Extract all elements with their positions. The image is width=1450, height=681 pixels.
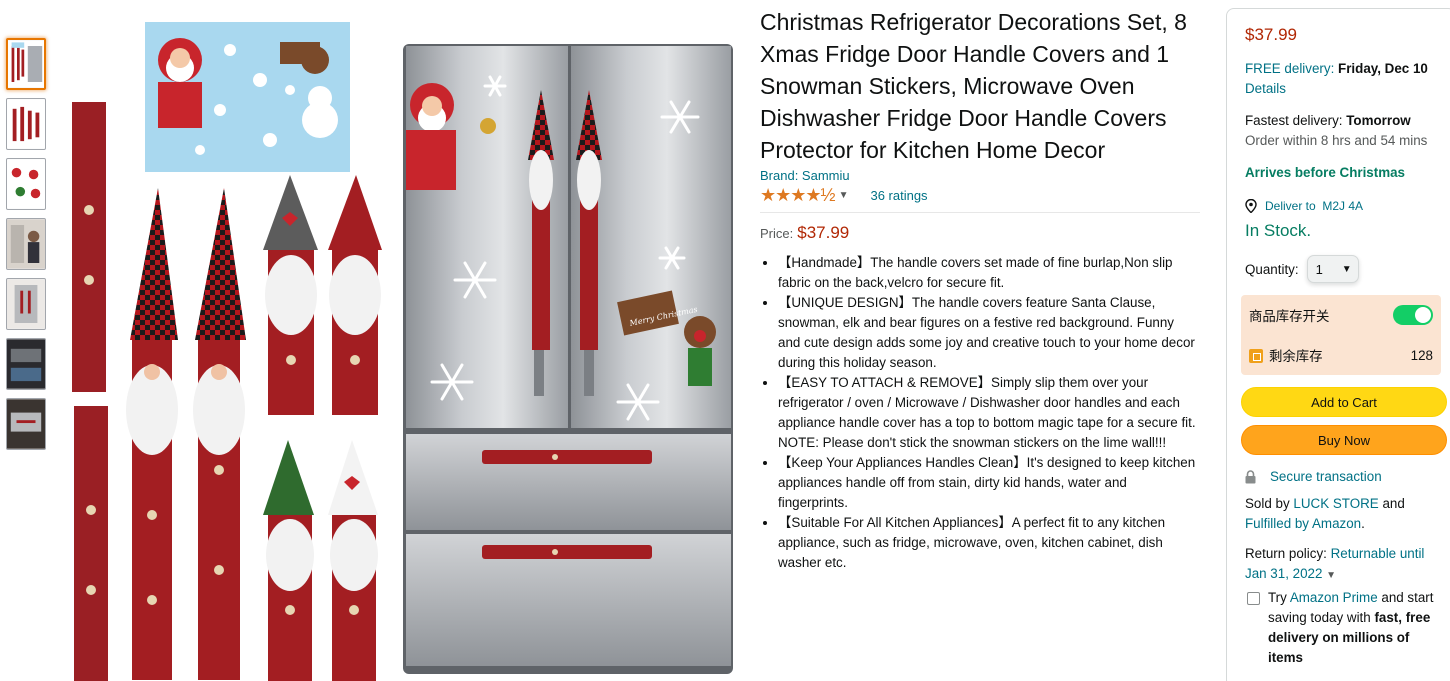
free-delivery-link[interactable]: FREE delivery:: [1245, 61, 1334, 76]
bullet-item: 【Keep Your Appliances Handles Clean】It's…: [778, 453, 1200, 513]
product-photo: Merry Christmas: [60, 10, 750, 681]
quantity-select[interactable]: 1 ▼: [1306, 255, 1359, 283]
sold-by-and: and: [1382, 496, 1405, 511]
box-icon: [1249, 349, 1263, 363]
bullet-item: 【Handmade】The handle covers set made of …: [778, 253, 1200, 293]
main-product-image[interactable]: Merry Christmas: [60, 10, 750, 681]
star-rating-icon[interactable]: ★★★★½: [760, 185, 836, 206]
bullet-item: 【EASY TO ATTACH & REMOVE】Simply slip the…: [778, 373, 1200, 453]
rating-row: ★★★★½ ▼ 36 ratings: [760, 185, 1200, 206]
deliver-postal: M2J 4A: [1322, 199, 1364, 213]
thumbnail-5[interactable]: [6, 278, 46, 330]
remaining-stock-row: 剩余库存 128: [1249, 343, 1433, 367]
thumbnail-strip: [6, 38, 46, 458]
sold-by: Sold by LUCK STORE and Fulfilled by Amaz…: [1245, 494, 1437, 534]
price-row: Price: $37.99: [760, 223, 1200, 243]
feature-bullets: 【Handmade】The handle covers set made of …: [760, 253, 1200, 573]
bullet-item: 【Suitable For All Kitchen Appliances】A p…: [778, 513, 1200, 573]
free-delivery-date: Friday, Dec 10: [1338, 61, 1428, 76]
buy-now-button[interactable]: Buy Now: [1241, 425, 1447, 455]
deliver-to-link[interactable]: Deliver to M2J 4A: [1245, 199, 1437, 213]
prime-try: Try: [1268, 590, 1287, 605]
thumbnail-3[interactable]: [6, 158, 46, 210]
bullet-item: 【UNIQUE DESIGN】The handle covers feature…: [778, 293, 1200, 373]
stock-toggle[interactable]: [1393, 305, 1433, 325]
order-within: Order within 8 hrs and 54 mins: [1245, 133, 1428, 148]
stock-panel: 商品库存开关 剩余库存 128: [1241, 295, 1441, 375]
prime-offer: Try Amazon Prime and start saving today …: [1245, 588, 1437, 668]
return-policy: Return policy: Returnable until Jan 31, …: [1245, 544, 1437, 586]
thumbnail-7[interactable]: [6, 398, 46, 450]
price-value: $37.99: [797, 223, 850, 242]
product-info: Christmas Refrigerator Decorations Set, …: [760, 6, 1200, 573]
thumbnail-4[interactable]: [6, 218, 46, 270]
brand-link[interactable]: Brand: Sammiu: [760, 168, 1200, 183]
buy-box: $37.99 FREE delivery: Friday, Dec 10 Det…: [1226, 8, 1450, 681]
fastest-label: Fastest delivery:: [1245, 113, 1343, 128]
sold-by-period: .: [1361, 516, 1365, 531]
divider: [760, 212, 1200, 213]
sold-by-prefix: Sold by: [1245, 496, 1290, 511]
remaining-label: 剩余库存: [1269, 349, 1323, 364]
lock-icon: [1245, 469, 1256, 483]
thumbnail-2[interactable]: [6, 98, 46, 150]
deliver-to-label: Deliver to: [1265, 199, 1316, 213]
fulfilled-by-link[interactable]: Fulfilled by Amazon: [1245, 516, 1361, 531]
seller-link[interactable]: LUCK STORE: [1293, 496, 1378, 511]
secure-label: Secure transaction: [1270, 469, 1382, 484]
thumbnail-6[interactable]: [6, 338, 46, 390]
ratings-count-link[interactable]: 36 ratings: [870, 188, 927, 203]
add-to-cart-button[interactable]: Add to Cart: [1241, 387, 1447, 417]
remaining-value: 128: [1410, 347, 1433, 363]
stock-switch-label: 商品库存开关: [1249, 309, 1330, 324]
price-label: Price:: [760, 226, 794, 241]
free-delivery: FREE delivery: Friday, Dec 10 Details: [1245, 59, 1437, 99]
buybox-price: $37.99: [1245, 25, 1297, 44]
fastest-value: Tomorrow: [1346, 113, 1411, 128]
chevron-down-icon: ▼: [1341, 263, 1352, 275]
arrives-before-christmas: Arrives before Christmas: [1245, 165, 1406, 180]
return-label: Return policy:: [1245, 546, 1327, 561]
quantity-value: 1: [1315, 261, 1323, 277]
chevron-down-icon[interactable]: ▼: [1326, 570, 1336, 581]
location-pin-icon: [1245, 199, 1257, 213]
product-title: Christmas Refrigerator Decorations Set, …: [760, 9, 1187, 163]
thumbnail-1[interactable]: [6, 38, 46, 90]
secure-transaction[interactable]: Secure transaction: [1245, 469, 1437, 484]
chevron-down-icon[interactable]: ▼: [839, 190, 849, 201]
details-link[interactable]: Details: [1245, 81, 1286, 96]
stock-switch-row: 商品库存开关: [1249, 303, 1433, 327]
in-stock: In Stock.: [1245, 221, 1312, 240]
prime-checkbox[interactable]: [1247, 592, 1260, 605]
fastest-delivery: Fastest delivery: Tomorrow Order within …: [1245, 111, 1437, 151]
quantity-row: Quantity: 1 ▼: [1245, 255, 1437, 283]
amazon-prime-link[interactable]: Amazon Prime: [1290, 590, 1378, 605]
quantity-label: Quantity:: [1245, 261, 1299, 277]
